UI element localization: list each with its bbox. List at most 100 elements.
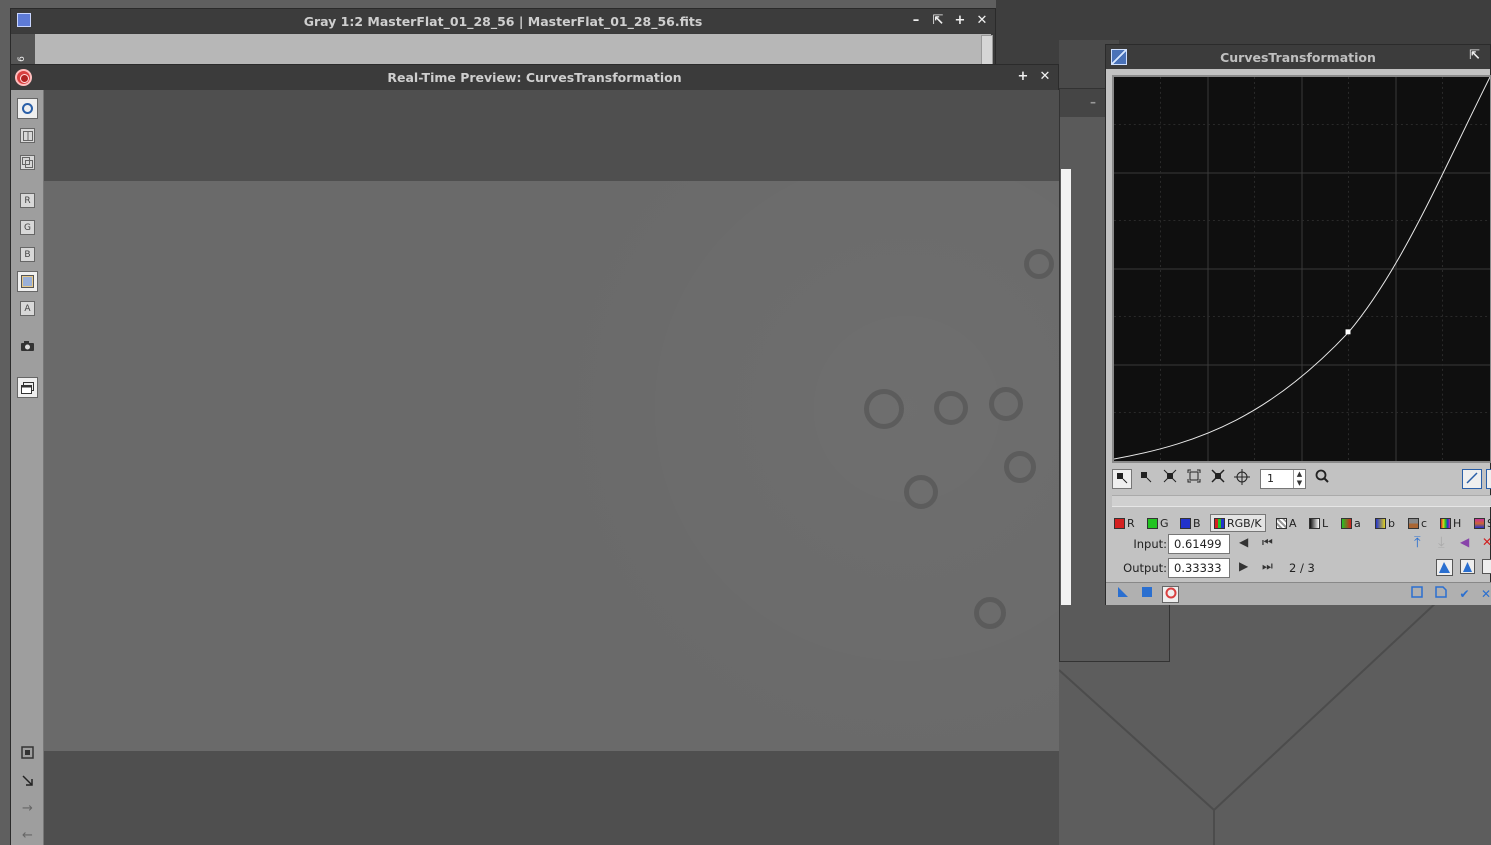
zoom-all-tool[interactable] (1208, 469, 1228, 489)
zoom-spinbox[interactable]: 1 ▲ ▼ (1260, 469, 1306, 489)
edit-point-tool[interactable] (1112, 469, 1132, 489)
reverse-icon[interactable]: ◀ (1460, 535, 1469, 549)
image-maximize-button[interactable]: + (953, 12, 967, 30)
blue-swatch-icon (1180, 517, 1191, 529)
apply-global-icon[interactable] (1138, 586, 1155, 603)
channel-a[interactable]: A (1276, 514, 1297, 532)
channel-s[interactable]: S (1474, 514, 1491, 532)
preview-record-icon[interactable] (15, 69, 32, 86)
channel-g-button[interactable]: G (20, 220, 35, 235)
camera-icon[interactable] (19, 340, 36, 357)
preview-image[interactable] (44, 181, 1059, 751)
pan-tool[interactable] (1232, 469, 1252, 489)
real-time-mode-button[interactable] (17, 98, 38, 119)
image-canvas[interactable] (35, 34, 991, 68)
channel-b-button[interactable]: B (20, 247, 35, 262)
split-view-button[interactable] (20, 128, 35, 143)
channel-a-chroma[interactable]: a (1341, 514, 1361, 532)
new-window-button[interactable] (17, 377, 38, 398)
last-point-icon[interactable]: ⏭ (1262, 559, 1273, 574)
curves-app-icon[interactable] (1111, 49, 1127, 65)
select-point-icon (1141, 472, 1152, 483)
rgb-composite-icon (21, 275, 34, 288)
back-arrow-icon[interactable]: ← (19, 827, 36, 844)
forward-arrow-icon[interactable]: → (19, 800, 36, 817)
image-side-tab[interactable]: 6 (11, 34, 35, 68)
fit-view-icon[interactable] (19, 746, 36, 763)
channel-c[interactable]: c (1408, 514, 1427, 532)
channel-h[interactable]: H (1440, 514, 1461, 532)
preview-maximize-button[interactable]: + (1016, 68, 1030, 86)
first-point-icon[interactable]: ⏮ (1262, 535, 1273, 550)
edit-point-icon (1117, 473, 1128, 484)
curves-histogram-slider[interactable] (1112, 495, 1491, 507)
image-window: Gray 1:2 MasterFlat_01_28_56 | MasterFla… (10, 8, 996, 68)
grid-mode-button[interactable] (1486, 469, 1491, 489)
output-field[interactable]: 0.33333 (1168, 558, 1230, 578)
output-label: Output: (1123, 561, 1167, 575)
curve-edit-mode-button[interactable] (1462, 469, 1482, 489)
zoom-to-icon[interactable] (19, 774, 36, 791)
triangle-icon (1439, 562, 1450, 573)
circle-icon (22, 103, 33, 114)
saturation-swatch-icon (1474, 517, 1485, 529)
next-point-icon[interactable]: ▶ (1239, 559, 1248, 573)
zoom-fit-tool[interactable] (1184, 469, 1204, 489)
image-shade-button[interactable]: ⇱ (931, 12, 945, 30)
input-row: Input: 0.61499 ◀ ⏮ ⤒ ⤓ ◀ ✕ (1106, 533, 1491, 555)
channel-rgbk[interactable]: RGB/K (1210, 514, 1266, 532)
curve-control-point[interactable] (1345, 329, 1351, 335)
curves-toolbar: 1 ▲ ▼ (1110, 467, 1491, 491)
input-field[interactable]: 0.61499 (1168, 534, 1230, 554)
documentation-icon[interactable] (1408, 586, 1425, 603)
point-counter: 2 / 3 (1289, 561, 1315, 575)
cubic-interpolation-button[interactable] (1460, 559, 1475, 577)
channel-r[interactable]: R (1114, 514, 1135, 532)
compare-view-button[interactable] (20, 155, 35, 170)
ok-check-icon[interactable]: ✔ (1456, 586, 1473, 603)
image-vertical-scrollbar[interactable] (981, 35, 993, 67)
delete-icon[interactable]: ✕ (1482, 535, 1491, 549)
curves-shade-button[interactable]: ⇱ (1469, 48, 1480, 63)
channel-l[interactable]: L (1309, 514, 1328, 532)
image-window-icon[interactable] (17, 13, 31, 27)
realtime-preview-icon[interactable] (1162, 586, 1179, 603)
channel-r-button[interactable]: R (20, 193, 35, 208)
delete-point-tool[interactable] (1160, 469, 1180, 489)
cancel-icon[interactable]: ✕ (1480, 586, 1491, 603)
curves-title: CurvesTransformation (1220, 49, 1376, 65)
chroma-swatch-icon (1408, 517, 1419, 529)
image-close-button[interactable]: ✕ (975, 12, 989, 30)
channel-b-chroma[interactable]: b (1375, 514, 1395, 532)
pen-icon (1466, 472, 1478, 484)
prev-point-icon[interactable]: ◀ (1239, 535, 1248, 549)
zoom-spin-arrows[interactable]: ▲ ▼ (1293, 470, 1305, 488)
move-down-icon[interactable]: ⤓ (1438, 533, 1445, 551)
preview-titlebar[interactable]: Real-Time Preview: CurvesTransformation (11, 65, 1058, 90)
rgb-swatch-icon (1214, 517, 1225, 529)
image-window-titlebar[interactable]: Gray 1:2 MasterFlat_01_28_56 | MasterFla… (11, 9, 995, 33)
new-instance-icon[interactable] (1114, 586, 1131, 603)
curve-graph[interactable] (1112, 75, 1491, 463)
channel-a-button[interactable]: A (20, 301, 35, 316)
channel-g[interactable]: G (1147, 514, 1169, 532)
akima-interpolation-button[interactable] (1436, 559, 1453, 576)
channel-b[interactable]: B (1180, 514, 1201, 532)
curve-grid (1114, 77, 1490, 461)
reset-icon[interactable] (1432, 586, 1449, 603)
background-minimize-icon[interactable]: – (1090, 95, 1096, 109)
image-minimize-button[interactable]: – (909, 12, 923, 30)
select-point-tool[interactable] (1136, 469, 1156, 489)
delete-point-icon (1163, 469, 1177, 483)
dust-donut (989, 387, 1023, 421)
preview-title: Real-Time Preview: CurvesTransformation (387, 70, 682, 85)
rgb-composite-button[interactable] (17, 271, 38, 292)
zoom-magnifier-icon[interactable] (1312, 469, 1332, 489)
linear-interpolation-button[interactable] (1482, 559, 1491, 577)
curves-titlebar[interactable]: CurvesTransformation (1106, 45, 1490, 69)
dust-donut (934, 391, 968, 425)
move-up-icon[interactable]: ⤒ (1414, 533, 1421, 551)
preview-close-button[interactable]: ✕ (1038, 68, 1052, 86)
camera-svg (21, 341, 34, 351)
preview-viewport[interactable] (44, 90, 1059, 845)
